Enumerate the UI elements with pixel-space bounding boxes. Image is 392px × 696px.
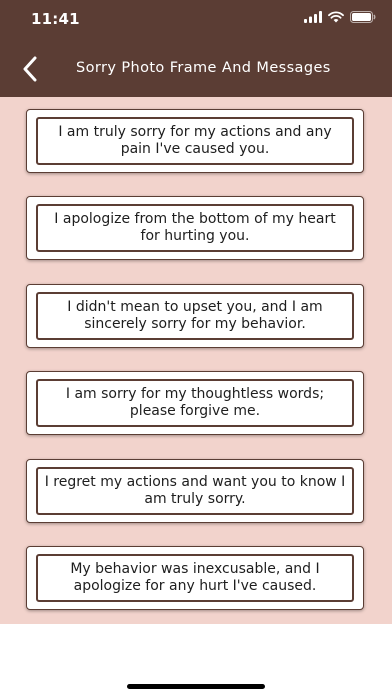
message-card[interactable]: I am truly sorry for my actions and any …: [26, 109, 364, 173]
message-text: My behavior was inexcusable, and I apolo…: [70, 560, 320, 595]
message-card[interactable]: I am sorry for my thoughtless words; ple…: [26, 371, 364, 435]
message-card[interactable]: I apologize from the bottom of my heart …: [26, 196, 364, 260]
message-card[interactable]: My behavior was inexcusable, and I apolo…: [26, 546, 364, 610]
status-time: 11:41: [31, 10, 80, 28]
message-text: I didn't mean to upset you, and I am sin…: [67, 298, 323, 333]
message-card[interactable]: I didn't mean to upset you, and I am sin…: [26, 284, 364, 348]
message-frame: I regret my actions and want you to know…: [36, 467, 354, 515]
message-list[interactable]: I am truly sorry for my actions and any …: [0, 97, 392, 624]
message-frame: I apologize from the bottom of my heart …: [36, 204, 354, 252]
message-frame: I am sorry for my thoughtless words; ple…: [36, 379, 354, 427]
wifi-icon: [328, 11, 344, 23]
home-indicator[interactable]: [127, 684, 265, 689]
status-bar: 11:41: [0, 0, 392, 40]
signal-icon: [304, 11, 322, 23]
message-frame: My behavior was inexcusable, and I apolo…: [36, 554, 354, 602]
message-text: I apologize from the bottom of my heart …: [54, 210, 336, 245]
battery-icon: [350, 11, 376, 23]
message-frame: I am truly sorry for my actions and any …: [36, 117, 354, 165]
message-frame: I didn't mean to upset you, and I am sin…: [36, 292, 354, 340]
message-text: I am sorry for my thoughtless words; ple…: [65, 385, 325, 420]
page-title: Sorry Photo Frame And Messages: [76, 60, 331, 76]
message-card[interactable]: I regret my actions and want you to know…: [26, 459, 364, 523]
nav-bar: Sorry Photo Frame And Messages: [0, 44, 392, 94]
app-header: 11:41 Sorry Photo Frame And Messages: [0, 0, 392, 97]
chevron-left-icon: [23, 56, 37, 82]
message-text: I regret my actions and want you to know…: [44, 473, 346, 508]
back-button[interactable]: [14, 52, 46, 86]
status-icons: [304, 11, 376, 23]
message-text: I am truly sorry for my actions and any …: [58, 123, 332, 158]
